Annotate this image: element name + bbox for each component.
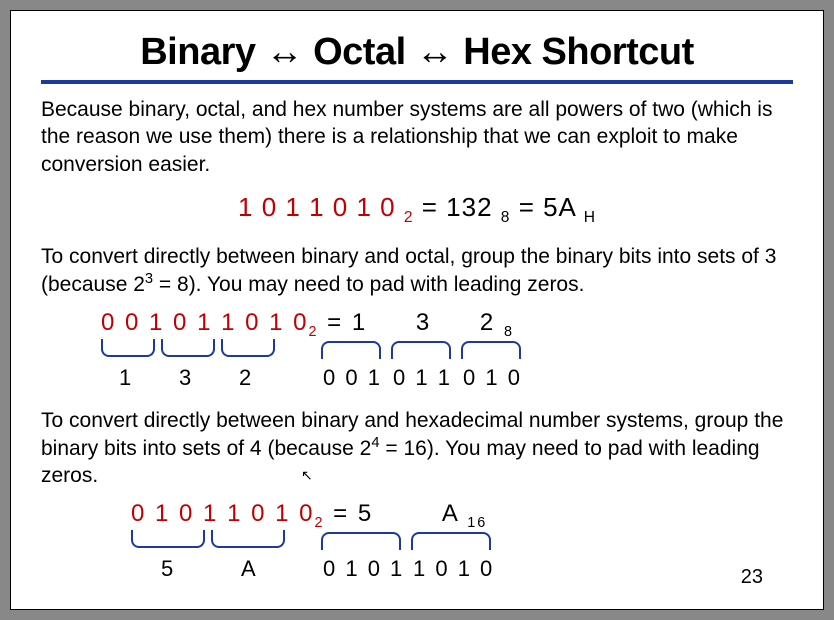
- equals-hex: = 5A: [519, 192, 584, 222]
- equals-octal: = 132: [422, 192, 501, 222]
- hex-binary: 0 1 0 1 1 0 1 0: [131, 500, 314, 527]
- intro-paragraph: Because binary, octal, and hex number sy…: [41, 96, 793, 178]
- brace-icon: [131, 530, 205, 548]
- brace-icon: [461, 341, 521, 359]
- brace-icon: [221, 339, 275, 357]
- main-equation: 1 0 1 1 0 1 0 2 = 132 8 = 5A H: [41, 192, 793, 227]
- brace-icon: [391, 341, 451, 359]
- brace-icon: [211, 530, 285, 548]
- brace-icon: [321, 532, 401, 550]
- base-2: 2: [404, 209, 414, 226]
- slide: Binary ↔ Octal ↔ Hex Shortcut Because bi…: [10, 10, 824, 610]
- page-number: 23: [741, 566, 763, 589]
- hex-diagram: 0 1 0 1 1 0 1 02 = 5 A 16 5 A 0 1 0 1 1 …: [41, 500, 793, 586]
- brace-icon: [161, 339, 215, 357]
- octal-binary: 0 0 1 0 1 1 0 1 0: [101, 309, 308, 336]
- brace-icon: [101, 339, 155, 357]
- base-8: 8: [501, 209, 511, 226]
- base-h: H: [584, 209, 596, 226]
- hex-paragraph: To convert directly between binary and h…: [41, 407, 793, 490]
- slide-title: Binary ↔ Octal ↔ Hex Shortcut: [41, 31, 793, 84]
- octal-paragraph: To convert directly between binary and o…: [41, 243, 793, 299]
- brace-icon: [411, 532, 491, 550]
- binary-value: 1 0 1 1 0 1 0: [238, 192, 396, 222]
- brace-icon: [321, 341, 381, 359]
- octal-diagram: 0 0 1 0 1 1 0 1 02 = 1 3 2 8 1 3 2 0 0 1…: [41, 309, 793, 401]
- cursor-icon: ↖: [301, 466, 313, 484]
